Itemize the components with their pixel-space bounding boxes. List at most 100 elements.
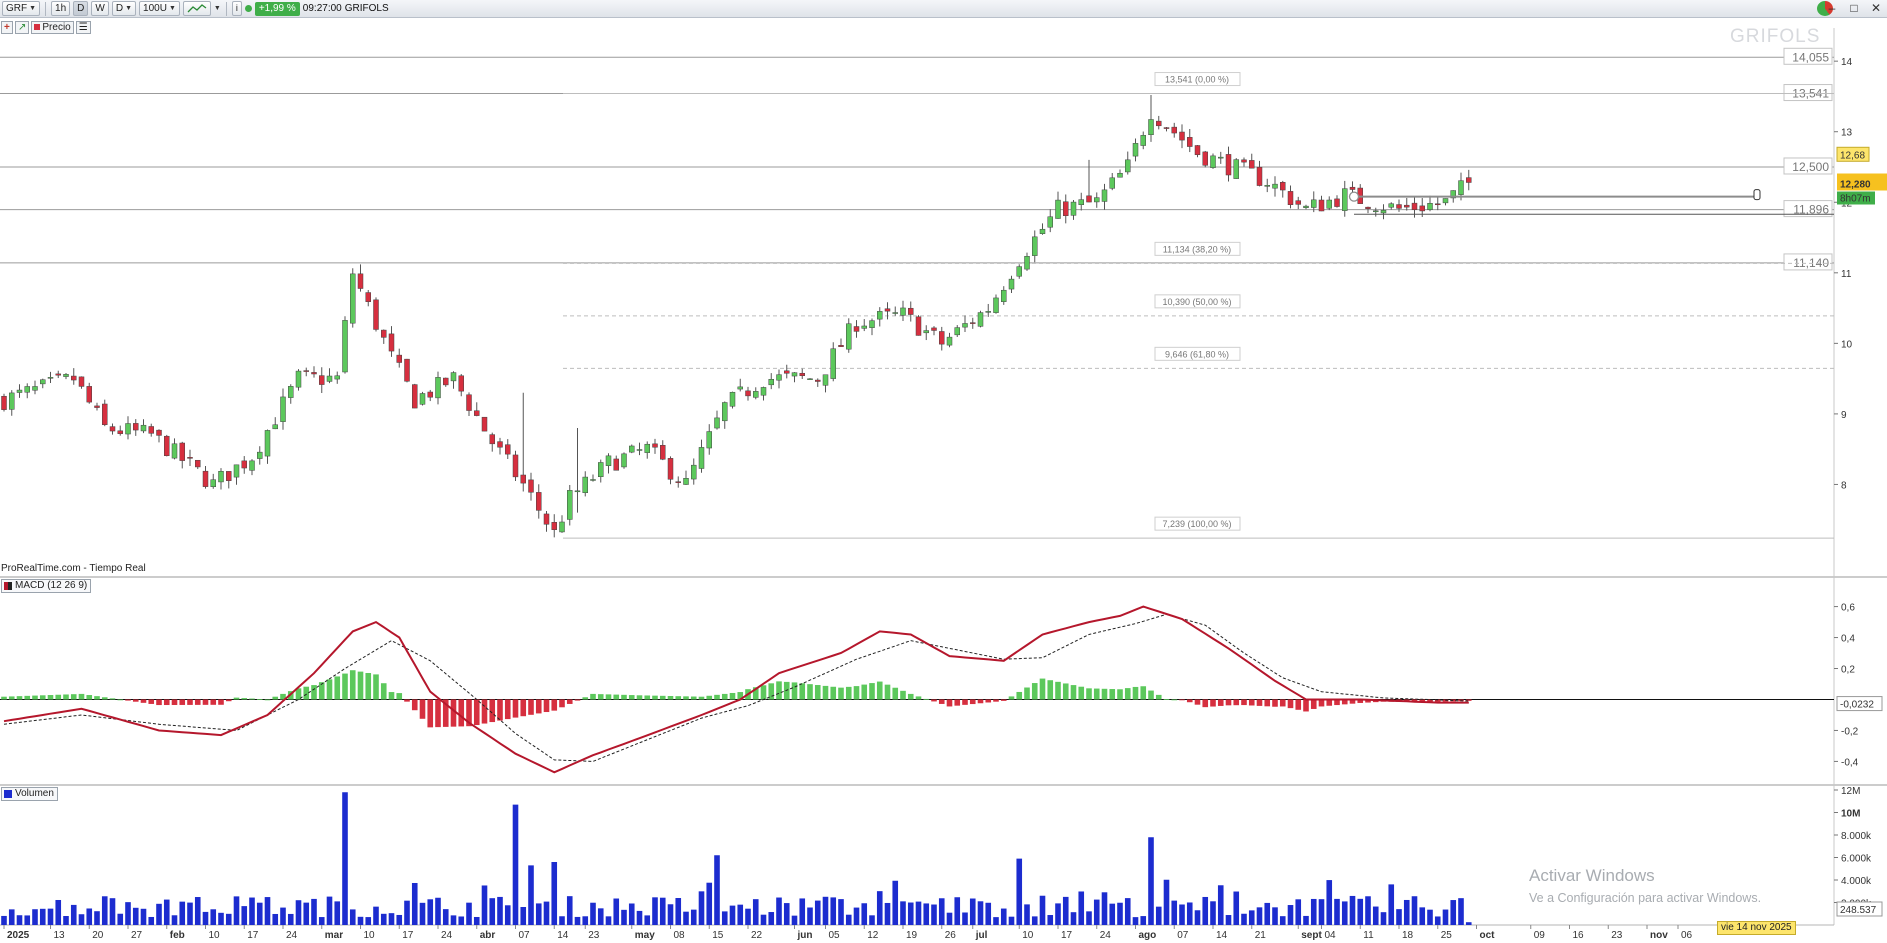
price-level-label: 12,500 — [1792, 160, 1829, 174]
volume-bar — [1062, 896, 1069, 925]
chart-canvas[interactable]: 14,05513,54112,50011,89611,140 13,541 (0… — [0, 0, 1887, 943]
macd-histogram-bar — [8, 696, 15, 700]
data-source-label: ProRealTime.com - Tiempo Real — [1, 563, 146, 574]
volume-bar — [993, 917, 999, 925]
volume-bar — [365, 917, 372, 925]
date-tick-label: 12 — [867, 930, 879, 941]
candle-body — [838, 345, 844, 347]
candle-body — [381, 329, 387, 338]
macd-histogram-bar — [1194, 699, 1201, 705]
candle-body — [133, 423, 139, 431]
candle-body — [148, 426, 154, 434]
candle-body — [598, 462, 604, 477]
volume-bar — [938, 898, 945, 925]
macd-histogram-bar — [590, 693, 596, 700]
volume-bar — [1047, 915, 1054, 925]
candle-body — [683, 478, 689, 485]
volume-tick-label: 8.000k — [1841, 831, 1872, 842]
candle-body — [520, 474, 526, 484]
macd-histogram-bar — [39, 695, 46, 700]
date-tick-label: 20 — [92, 930, 104, 941]
date-tick-label: 14 — [1216, 930, 1228, 941]
candle-body — [807, 378, 813, 380]
candle-body — [342, 320, 348, 373]
volume-bar — [1241, 913, 1247, 925]
candle-body — [241, 460, 247, 469]
candle-body — [71, 375, 77, 381]
volume-bar — [675, 898, 682, 925]
macd-histogram-bar — [1171, 699, 1178, 701]
volume-bar — [807, 907, 813, 925]
candle-body — [1233, 159, 1239, 179]
candle-body — [753, 391, 759, 398]
macd-histogram-bar — [435, 699, 441, 728]
candle-body — [1411, 202, 1418, 211]
macd-panel-label[interactable]: MACD (12 26 9) — [1, 579, 92, 593]
candle-body — [1016, 266, 1022, 277]
macd-histogram-bar — [210, 699, 217, 705]
volume-panel-label[interactable]: Volumen — [1, 787, 58, 801]
macd-histogram-bar — [481, 699, 488, 724]
date-tick-label: 24 — [1100, 930, 1112, 941]
price-tick-label: 13 — [1841, 128, 1853, 139]
macd-histogram-bar — [241, 698, 248, 700]
candle-body — [621, 453, 627, 468]
candle-body — [985, 311, 991, 313]
volume-bar — [1186, 902, 1193, 925]
macd-histogram-bar — [233, 697, 240, 700]
candle-body — [1140, 135, 1146, 146]
macd-histogram-bar — [47, 695, 54, 700]
volume-bar — [419, 902, 426, 925]
candle-body — [195, 459, 201, 468]
candle-body — [784, 370, 790, 374]
macd-histogram-bar — [884, 684, 891, 700]
price-marker-label: 12,68 — [1840, 150, 1865, 161]
volume-bar — [907, 902, 914, 925]
volume-bar — [1086, 911, 1092, 925]
volume-bar — [78, 914, 85, 925]
candle-body — [1435, 203, 1441, 206]
date-tick-label: jun — [797, 930, 813, 941]
volume-bar — [690, 909, 697, 925]
macd-histogram-bar — [1, 696, 7, 700]
date-tick-label: 10 — [1022, 930, 1034, 941]
candle-body — [1132, 143, 1139, 157]
macd-histogram-bar — [1078, 686, 1085, 700]
volume-bar — [1163, 879, 1170, 925]
volume-bar — [8, 909, 15, 925]
volume-bar — [962, 912, 968, 925]
date-tick-label: 19 — [906, 930, 918, 941]
candle-body — [1109, 177, 1115, 189]
volume-bar — [613, 898, 620, 925]
macd-histogram-bar — [605, 694, 612, 700]
candle-body — [1156, 120, 1162, 127]
macd-histogram-bar — [419, 699, 426, 719]
candle-body — [1163, 127, 1170, 129]
volume-bar — [63, 916, 69, 925]
candle-body — [466, 394, 472, 411]
volume-bar — [1465, 922, 1472, 925]
fibonacci-retracement[interactable]: 13,541 (0,00 %) 11,134 (38,20 %) 10,390 (5… — [563, 72, 1834, 539]
macd-histogram-bar — [264, 699, 271, 701]
macd-histogram-bar — [845, 686, 852, 700]
macd-histogram-bar — [721, 693, 728, 700]
macd-tick-label: 0,6 — [1841, 603, 1855, 614]
volume-bar — [70, 904, 77, 925]
candle-body — [1125, 159, 1131, 173]
candle-body — [1311, 199, 1317, 208]
volume-bar — [582, 916, 589, 925]
candle-body — [954, 327, 960, 336]
candle-body — [660, 445, 666, 460]
volume-bar — [838, 899, 844, 925]
macd-histogram-bar — [411, 699, 418, 711]
candle-body — [1280, 182, 1286, 191]
candle-body — [272, 424, 278, 430]
candle-body — [125, 423, 131, 435]
volume-bar — [512, 804, 519, 925]
macd-line — [3, 605, 1469, 774]
candle-body — [1272, 183, 1278, 189]
volume-bar — [16, 915, 23, 925]
candle-body — [1, 395, 7, 410]
volume-bar — [458, 916, 465, 925]
volume-bar — [233, 896, 240, 925]
